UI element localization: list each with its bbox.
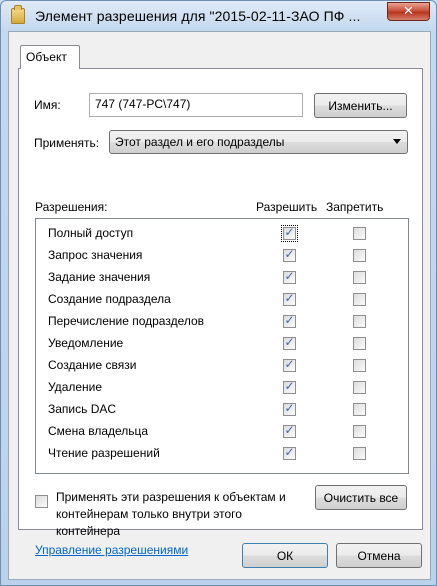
permission-name: Запрос значения: [48, 248, 143, 262]
title-bar[interactable]: Элемент разрешения для "2015-02-11-ЗАО П…: [1, 1, 436, 31]
cancel-button[interactable]: Отмена: [336, 543, 422, 568]
allow-checkbox[interactable]: ✓: [283, 445, 296, 460]
permission-row: Смена владельца ✓: [36, 421, 408, 443]
permission-row: Запрос значения ✓: [36, 245, 408, 267]
check-icon: ✓: [284, 357, 295, 371]
deny-checkbox[interactable]: [353, 381, 366, 394]
ok-button[interactable]: ОК: [242, 543, 328, 568]
permission-name: Создание связи: [48, 358, 137, 372]
permission-row: Чтение разрешений ✓: [36, 443, 408, 465]
clear-all-button[interactable]: Очистить все: [315, 485, 407, 510]
check-icon: ✓: [284, 445, 295, 459]
permission-name: Смена владельца: [48, 424, 149, 438]
check-icon: ✓: [284, 225, 295, 239]
permission-name: Перечисление подразделов: [48, 314, 205, 328]
deny-checkbox[interactable]: [353, 359, 366, 372]
deny-checkbox[interactable]: [353, 227, 366, 240]
apply-inside-checkbox[interactable]: [35, 495, 48, 508]
permissions-list: Полный доступ ✓ Запрос значения ✓ Задание зн…: [35, 218, 409, 474]
allow-checkbox[interactable]: ✓: [283, 313, 296, 328]
chevron-down-icon: [393, 139, 401, 144]
allow-checkbox[interactable]: ✓: [283, 269, 296, 284]
name-field[interactable]: 747 (747-PC\747): [89, 93, 303, 117]
allow-checkbox[interactable]: ✓: [283, 423, 296, 438]
permission-row: Создание связи ✓: [36, 355, 408, 377]
allow-checkbox[interactable]: ✓: [283, 357, 296, 372]
permission-name: Полный доступ: [48, 226, 134, 240]
deny-checkbox[interactable]: [353, 271, 366, 284]
name-label: Имя:: [34, 98, 61, 112]
permission-row: Удаление ✓: [36, 377, 408, 399]
deny-checkbox[interactable]: [353, 337, 366, 350]
check-icon: ✓: [284, 423, 295, 437]
permission-name: Уведомление: [48, 336, 124, 350]
manage-permissions-link[interactable]: Управление разрешениями: [35, 543, 188, 557]
apply-to-dropdown[interactable]: Этот раздел и его подразделы: [109, 130, 408, 154]
apply-to-label: Применять:: [34, 136, 100, 150]
deny-checkbox[interactable]: [353, 425, 366, 438]
change-button[interactable]: Изменить...: [314, 93, 407, 118]
check-icon: ✓: [284, 247, 295, 261]
allow-checkbox[interactable]: ✓: [283, 401, 296, 416]
allow-checkbox[interactable]: ✓: [283, 247, 296, 262]
allow-checkbox[interactable]: ✓: [281, 225, 298, 242]
window-title: Элемент разрешения для "2015-02-11-ЗАО П…: [35, 8, 361, 24]
check-icon: ✓: [284, 335, 295, 349]
deny-checkbox[interactable]: [353, 447, 366, 460]
deny-checkbox[interactable]: [353, 249, 366, 262]
permission-entry-window: Элемент разрешения для "2015-02-11-ЗАО П…: [0, 0, 437, 586]
check-icon: ✓: [284, 291, 295, 305]
allow-checkbox[interactable]: ✓: [283, 335, 296, 350]
check-icon: ✓: [284, 269, 295, 283]
permission-name: Создание подраздела: [48, 292, 171, 306]
permission-row: Задание значения ✓: [36, 267, 408, 289]
apply-to-value: Этот раздел и его подразделы: [115, 135, 285, 149]
dialog-body: Объект Имя: 747 (747-PC\747) Изменить...…: [8, 31, 431, 580]
permission-name: Задание значения: [48, 270, 151, 284]
check-icon: ✓: [284, 313, 295, 327]
tab-object[interactable]: Объект: [20, 45, 80, 69]
check-icon: ✓: [284, 401, 295, 415]
permission-row: Уведомление ✓: [36, 333, 408, 355]
folder-icon: [11, 5, 25, 24]
permission-row: Перечисление подразделов ✓: [36, 311, 408, 333]
deny-checkbox[interactable]: [353, 403, 366, 416]
apply-inside-label: Применять эти разрешения к объектам и ко…: [56, 490, 286, 538]
permission-name: Чтение разрешений: [48, 446, 160, 460]
permissions-header: Разрешения:: [35, 200, 108, 214]
close-button[interactable]: ✕: [387, 2, 430, 21]
permission-name: Удаление: [48, 380, 103, 394]
allow-header: Разрешить: [256, 200, 318, 214]
allow-checkbox[interactable]: ✓: [283, 291, 296, 306]
allow-checkbox[interactable]: ✓: [283, 379, 296, 394]
deny-header: Запретить: [326, 200, 384, 214]
permission-row: Полный доступ ✓: [36, 223, 408, 245]
deny-checkbox[interactable]: [353, 293, 366, 306]
check-icon: ✓: [284, 379, 295, 393]
permission-row: Создание подраздела ✓: [36, 289, 408, 311]
permission-row: Запись DAC ✓: [36, 399, 408, 421]
deny-checkbox[interactable]: [353, 315, 366, 328]
tab-panel: Имя: 747 (747-PC\747) Изменить... Примен…: [18, 68, 423, 557]
permission-name: Запись DAC: [48, 402, 117, 416]
